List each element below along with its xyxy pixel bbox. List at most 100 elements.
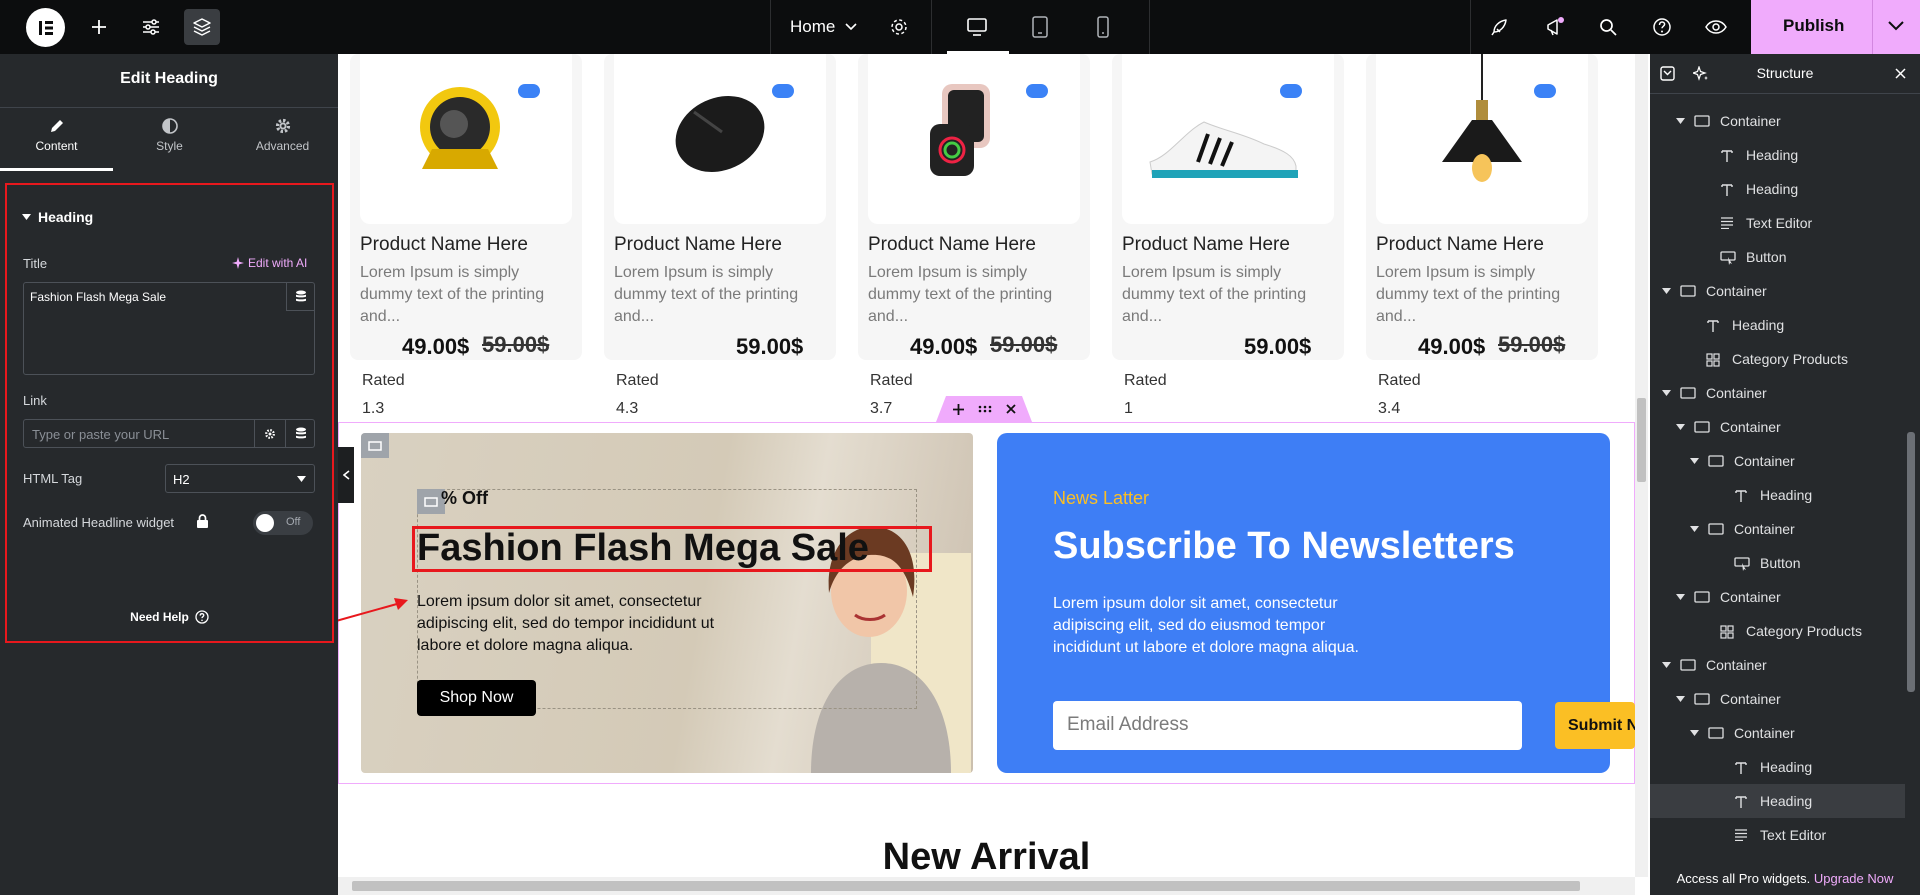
product-desc: Lorem Ipsum is simply dummy text of the … xyxy=(360,264,545,325)
smartwatch-image-icon xyxy=(930,84,990,176)
desktop-icon[interactable] xyxy=(959,9,995,45)
product-name[interactable]: Product Name Here xyxy=(614,234,782,256)
edit-ai-label: Edit with AI xyxy=(248,256,308,270)
caret-down-icon[interactable] xyxy=(1676,594,1686,600)
tree-item-container[interactable]: Container xyxy=(1650,512,1905,546)
badge-pill xyxy=(772,84,794,98)
promo-text: Lorem ipsum dolor sit amet, consectetur … xyxy=(417,593,715,654)
tree-item-label: Container xyxy=(1720,691,1781,707)
product-name[interactable]: Product Name Here xyxy=(1122,234,1290,256)
html-tag-select[interactable]: H2 xyxy=(165,464,315,493)
section-handle[interactable] xyxy=(936,396,1032,422)
delete-section-icon[interactable] xyxy=(1005,404,1016,414)
container-icon xyxy=(1708,455,1724,467)
elementor-logo-icon[interactable] xyxy=(26,8,65,47)
mobile-icon[interactable] xyxy=(1085,9,1121,45)
tree-item-heading[interactable]: Heading xyxy=(1650,478,1905,512)
link-options-icon[interactable] xyxy=(254,420,285,447)
rated-label: Rated xyxy=(870,372,913,389)
publish-chevron-icon[interactable] xyxy=(1888,21,1904,31)
caret-down-icon[interactable] xyxy=(1690,730,1700,736)
edit-with-ai-button[interactable]: Edit with AI xyxy=(232,256,307,270)
tree-item-button[interactable]: Button xyxy=(1650,546,1905,580)
tablet-icon[interactable] xyxy=(1022,9,1058,45)
preview-eye-icon[interactable] xyxy=(1698,9,1734,45)
caret-down-icon[interactable] xyxy=(1676,424,1686,430)
tree-scrollbar[interactable] xyxy=(1903,94,1920,862)
publish-button[interactable]: Publish xyxy=(1783,16,1844,36)
caret-down-icon[interactable] xyxy=(1690,526,1700,532)
canvas-vertical-scrollbar[interactable] xyxy=(1635,54,1648,877)
link-label: Link xyxy=(23,393,47,408)
add-element-icon[interactable] xyxy=(81,9,117,45)
tab-content[interactable]: Content xyxy=(0,54,113,171)
scroll-thumb[interactable] xyxy=(1637,398,1646,482)
whats-new-icon[interactable] xyxy=(1537,9,1573,45)
tree-item-heading[interactable]: Heading xyxy=(1650,750,1905,784)
product-name[interactable]: Product Name Here xyxy=(1376,234,1544,256)
search-icon[interactable] xyxy=(1590,9,1626,45)
email-input[interactable]: Email Address xyxy=(1053,701,1522,750)
scroll-thumb[interactable] xyxy=(352,881,1580,891)
tree-item-container[interactable]: Container xyxy=(1650,682,1905,716)
caret-down-icon[interactable] xyxy=(1676,118,1686,124)
tree-item-button[interactable]: Button xyxy=(1650,240,1905,274)
tree-item-container[interactable]: Container xyxy=(1650,648,1905,682)
tree-item-text[interactable]: Text Editor xyxy=(1650,818,1905,852)
caret-down-icon[interactable] xyxy=(1662,288,1672,294)
product-name[interactable]: Product Name Here xyxy=(868,234,1036,256)
page-settings-icon[interactable] xyxy=(881,9,917,45)
dynamic-tags-icon[interactable] xyxy=(286,283,314,311)
submit-label: Submit N xyxy=(1568,717,1635,734)
need-help-label: Need Help xyxy=(130,610,189,624)
canvas-horizontal-scrollbar[interactable] xyxy=(338,877,1635,895)
tab-style[interactable]: Style xyxy=(113,54,226,171)
add-section-icon[interactable] xyxy=(952,403,964,415)
tree-item-container[interactable]: Container xyxy=(1650,444,1905,478)
tree-item-heading[interactable]: Heading xyxy=(1650,172,1905,206)
caret-down-icon[interactable] xyxy=(1662,390,1672,396)
tree-item-heading[interactable]: Heading xyxy=(1650,138,1905,172)
link-field[interactable]: Type or paste your URL xyxy=(23,419,315,448)
caret-down-icon[interactable] xyxy=(1690,458,1700,464)
animated-headline-toggle[interactable]: Off xyxy=(253,511,313,535)
tree-item-container[interactable]: Container xyxy=(1650,376,1905,410)
tree-item-container[interactable]: Container xyxy=(1650,104,1905,138)
container-icon xyxy=(1708,727,1724,739)
close-icon[interactable] xyxy=(1895,68,1906,79)
tree-item-grid[interactable]: Category Products xyxy=(1650,342,1905,376)
tree-item-heading[interactable]: Heading xyxy=(1650,784,1905,818)
structure-layers-icon[interactable] xyxy=(184,9,220,45)
shop-now-button[interactable]: Shop Now xyxy=(417,680,536,716)
promo-heading[interactable]: Fashion Flash Mega Sale xyxy=(417,527,869,570)
help-icon[interactable] xyxy=(1644,9,1680,45)
title-textarea[interactable]: Fashion Flash Mega Sale xyxy=(23,282,315,375)
product-name[interactable]: Product Name Here xyxy=(360,234,528,256)
link-dynamic-tags-icon[interactable] xyxy=(285,420,315,447)
rocket-icon[interactable] xyxy=(1481,9,1517,45)
tree-item-container[interactable]: Container xyxy=(1650,274,1905,308)
tab-advanced[interactable]: Advanced xyxy=(226,54,339,171)
tree-item-grid[interactable]: Category Products xyxy=(1650,614,1905,648)
tree-item-label: Heading xyxy=(1732,317,1785,333)
tree-item-container[interactable]: Container xyxy=(1650,580,1905,614)
caret-down-icon[interactable] xyxy=(1662,662,1672,668)
container-handle-icon[interactable] xyxy=(361,433,389,458)
tree-item-container[interactable]: Container xyxy=(1650,716,1905,750)
page-selector[interactable]: Home xyxy=(790,17,857,37)
site-settings-icon[interactable] xyxy=(133,9,169,45)
upgrade-link[interactable]: Upgrade Now xyxy=(1814,871,1894,886)
section-toggle[interactable]: Heading xyxy=(22,209,93,225)
caret-down-icon xyxy=(22,214,31,220)
tree-item-container[interactable]: Container xyxy=(1650,410,1905,444)
need-help-link[interactable]: Need Help xyxy=(7,610,332,624)
scroll-thumb[interactable] xyxy=(1907,432,1915,692)
tree-item-text[interactable]: Text Editor xyxy=(1650,206,1905,240)
caret-down-icon[interactable] xyxy=(1676,696,1686,702)
submit-button[interactable]: Submit N xyxy=(1555,702,1635,749)
tree-item-heading[interactable]: Heading xyxy=(1650,308,1905,342)
tree-item-label: Category Products xyxy=(1746,623,1862,639)
drag-handle-icon[interactable] xyxy=(978,405,992,413)
collapse-panel-button[interactable] xyxy=(338,447,354,503)
tree-item-label: Heading xyxy=(1760,759,1813,775)
